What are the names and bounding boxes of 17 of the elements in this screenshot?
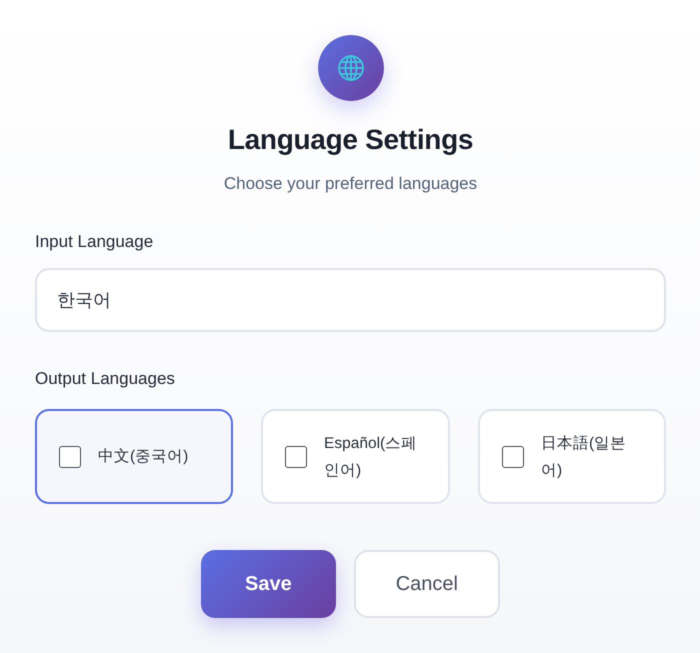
language-option-card[interactable]: Español(스페인어) (261, 409, 450, 504)
language-option-card[interactable]: 中文(중국어) (35, 409, 233, 504)
checkbox[interactable] (59, 446, 81, 468)
field-label: Input Language (35, 231, 154, 253)
checkbox[interactable] (502, 446, 524, 468)
option-label: 中文(중국어) (98, 447, 188, 467)
option-label: 日本語(일본어) (541, 434, 628, 480)
option-label: Español(스페인어) (324, 434, 418, 480)
dialog-subtitle: Choose your preferred languages (222, 173, 478, 195)
cancel-button[interactable]: Cancel (354, 550, 500, 618)
input-language-field[interactable]: 한국어 (35, 268, 666, 332)
globe-icon (318, 35, 384, 101)
dialog-title: Language Settings (226, 123, 474, 157)
field-label: Output Languages (35, 368, 176, 390)
language-option-card[interactable]: 日本語(일본어) (478, 409, 666, 504)
save-button[interactable]: Save (201, 550, 336, 618)
checkbox[interactable] (285, 446, 307, 468)
